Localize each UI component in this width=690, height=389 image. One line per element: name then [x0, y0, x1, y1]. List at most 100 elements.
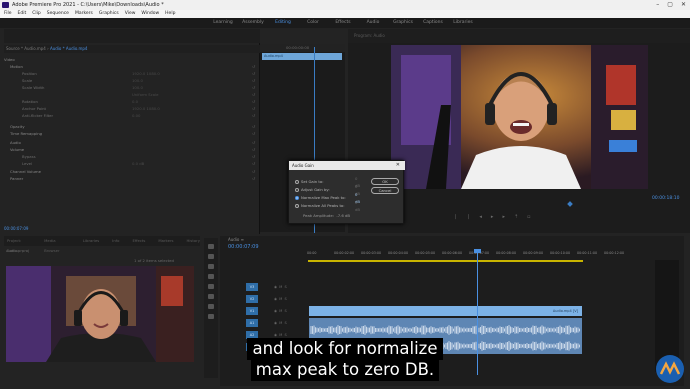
minimize-button[interactable]: – [656, 0, 659, 10]
slip-tool-icon[interactable] [208, 284, 214, 289]
timeline-timecode[interactable]: 00:00:07:09 [228, 244, 259, 250]
step-forward-icon[interactable]: ▸ [502, 214, 505, 220]
effect-row[interactable]: Panner ↺ [4, 175, 258, 182]
program-timecode[interactable]: 00:00:18:10 [652, 196, 679, 201]
selection-tool-icon[interactable] [208, 244, 214, 249]
playhead-handle[interactable] [474, 249, 481, 253]
dialog-close-icon[interactable]: ✕ [396, 161, 400, 170]
program-monitor-header[interactable]: Program: Audio [348, 29, 690, 43]
effect-row[interactable]: Motion ↺ [4, 63, 258, 70]
maximize-button[interactable]: ▢ [667, 0, 673, 10]
tab-libraries[interactable]: Libraries [83, 236, 99, 246]
effect-controls-time[interactable]: 00:00:07:09 [4, 226, 28, 231]
option-adjust-gain[interactable]: Adjust Gain by: 0 dB [295, 184, 360, 196]
effect-row[interactable]: Anti-flicker Filter 0.00 ↺ [4, 112, 258, 119]
tab-history[interactable]: History [186, 236, 200, 246]
hand-tool-icon[interactable] [208, 304, 214, 309]
tab-info[interactable]: Info [112, 236, 119, 246]
cancel-button[interactable]: Cancel [371, 187, 399, 194]
ok-button[interactable]: OK [371, 178, 399, 185]
track-header-controls[interactable]: ◉ M S [258, 307, 306, 315]
option-set-gain[interactable]: Set Gain to: 0 dB [295, 176, 360, 188]
window-title: Adobe Premiere Pro 2021 - C:\Users\Mike\… [12, 2, 164, 8]
effect-row[interactable]: Opacity ↺ [4, 123, 258, 130]
menu-edit[interactable]: Edit [18, 10, 27, 18]
effect-row[interactable]: Scale 100.0 ↺ [4, 77, 258, 84]
radio-adjust-gain[interactable] [295, 187, 299, 192]
razor-tool-icon[interactable] [208, 274, 214, 279]
radio-set-gain[interactable] [295, 179, 299, 184]
dialog-title: Audio Gain [289, 161, 405, 170]
track-header-controls[interactable]: ◉ M S [258, 283, 306, 291]
close-button[interactable]: ✕ [681, 0, 686, 10]
radio-normalize-max-peak[interactable] [295, 195, 299, 200]
workspace-effects[interactable]: Effects [328, 18, 358, 28]
track-label[interactable]: V3 [246, 283, 258, 291]
menu-graphics[interactable]: Graphics [99, 10, 119, 18]
effect-row[interactable]: Anchor Point 1920.0 1080.0 ↺ [4, 105, 258, 112]
workspace-libraries[interactable]: Libraries [448, 18, 478, 28]
export-frame-icon[interactable]: ▫ [527, 214, 530, 220]
effect-controls-clip-selector[interactable]: Source * Audio.mp4 › Audio * Audio.mp4 [4, 45, 260, 53]
effect-row[interactable]: Bypass ↺ [4, 153, 258, 160]
track-header-controls[interactable]: ◉ M S [258, 295, 306, 303]
radio-normalize-all-peaks[interactable] [295, 203, 299, 208]
reset-icon: ↺ [252, 140, 256, 145]
workspace-learning[interactable]: Learning [208, 18, 238, 28]
tab-markers[interactable]: Markers [158, 236, 173, 246]
ripple-edit-tool-icon[interactable] [208, 264, 214, 269]
menu-sequence[interactable]: Sequence [47, 10, 69, 18]
effect-controls-clip-bar[interactable]: Audio.mp4 [262, 53, 342, 60]
track-select-tool-icon[interactable] [208, 254, 214, 259]
play-icon[interactable]: ▸ [491, 214, 494, 220]
workspace-color[interactable]: Color [298, 18, 328, 28]
source-clip-label[interactable]: Source * Audio.mp4 [6, 46, 46, 51]
work-area-bar[interactable] [308, 260, 583, 262]
type-tool-icon[interactable] [208, 314, 214, 319]
effect-row[interactable]: Channel Volume ↺ [4, 168, 258, 175]
workspace-editing[interactable]: Editing [268, 18, 298, 28]
track-label[interactable]: V1 [246, 307, 258, 315]
track-header-controls[interactable]: ◉ M S [258, 319, 306, 327]
tab-effects[interactable]: Effects [132, 236, 145, 246]
workspace-audio[interactable]: Audio [358, 18, 388, 28]
timeline-ruler[interactable]: 00:00 00:00:02:00 00:00:03:00 00:00:04:00 00… [307, 250, 637, 260]
video-clip-v1[interactable]: Audio.mp4 [V] [309, 306, 582, 316]
pen-tool-icon[interactable] [208, 294, 214, 299]
menu-bar: File Edit Clip Sequence Markers Graphics… [0, 10, 690, 18]
effect-row[interactable]: Scale Width 100.0 ↺ [4, 84, 258, 91]
tab-media-browser[interactable]: Media Browser [44, 236, 70, 253]
timeline-tab[interactable]: Audio ≡ [228, 236, 244, 244]
menu-markers[interactable]: Markers [75, 10, 93, 18]
track-label[interactable]: A1 [246, 319, 258, 327]
effect-row[interactable]: Uniform Scale ↺ [4, 91, 258, 98]
mark-out-icon[interactable]: ❘ [466, 214, 470, 220]
workspace-graphics[interactable]: Graphics [388, 18, 418, 28]
menu-window[interactable]: Window [141, 10, 159, 18]
menu-file[interactable]: File [4, 10, 12, 18]
effect-row[interactable]: Time Remapping ↺ [4, 130, 258, 137]
tab-project[interactable]: Project: Audio [7, 236, 31, 253]
ruler-label: 00:00:11:00 [577, 251, 598, 255]
ruler-label: 00:00:08:00 [496, 251, 517, 255]
channel-logo [655, 354, 685, 384]
effect-row[interactable]: Volume ↺ [4, 146, 258, 153]
menu-view[interactable]: View [125, 10, 136, 18]
option-normalize-all-peaks[interactable]: Normalize All Peaks to: 0 dB [295, 200, 360, 212]
effect-row[interactable]: Level 0.0 dB ↺ [4, 160, 258, 167]
workspace-assembly[interactable]: Assembly [238, 18, 268, 28]
reset-icon: ↺ [252, 92, 256, 97]
ruler-label: 00:00:09:00 [523, 251, 544, 255]
effect-row[interactable]: Position 1920.0 1080.0 ↺ [4, 70, 258, 77]
step-back-icon[interactable]: ◂ [479, 214, 482, 220]
menu-clip[interactable]: Clip [32, 10, 41, 18]
track-label[interactable]: V2 [246, 295, 258, 303]
effect-row[interactable]: Audio ↺ [4, 139, 258, 146]
selected-clip-label[interactable]: Audio * Audio.mp4 [50, 46, 87, 51]
menu-help[interactable]: Help [165, 10, 175, 18]
lift-icon[interactable]: ⇡ [514, 214, 518, 220]
effect-row[interactable]: Rotation 0.0 ↺ [4, 98, 258, 105]
option-normalize-max-peak[interactable]: Normalize Max Peak to: 0 dB [295, 192, 360, 204]
workspace-captions[interactable]: Captions [418, 18, 448, 28]
mark-in-icon[interactable]: ❘ [453, 214, 457, 220]
